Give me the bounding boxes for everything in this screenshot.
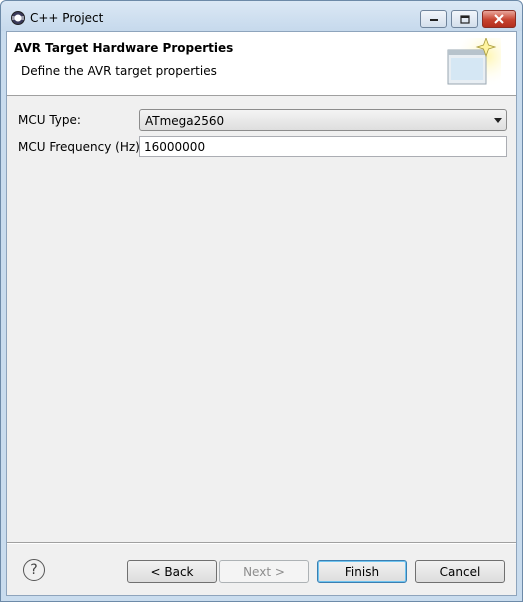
finish-button[interactable]: Finish <box>317 560 407 583</box>
maximize-icon <box>459 14 470 24</box>
eclipse-icon <box>11 11 25 25</box>
close-icon <box>494 14 504 24</box>
mcu-type-select[interactable]: ATmega2560 <box>139 109 507 131</box>
maximize-button[interactable] <box>451 10 478 28</box>
title-bar[interactable]: C++ Project <box>1 1 522 31</box>
minimize-button[interactable] <box>420 10 447 28</box>
window-title: C++ Project <box>30 11 104 25</box>
mcu-frequency-input[interactable]: 16000000 <box>139 136 507 157</box>
mcu-frequency-value: 16000000 <box>144 140 206 154</box>
minimize-icon <box>429 19 438 21</box>
mcu-type-label: MCU Type: <box>18 113 81 127</box>
page-title: AVR Target Hardware Properties <box>14 41 234 55</box>
dialog-client: AVR Target Hardware Properties Define th… <box>6 31 517 596</box>
page-description: Define the AVR target properties <box>21 64 217 78</box>
mcu-frequency-label: MCU Frequency (Hz): <box>18 140 144 154</box>
dialog-window: C++ Project AVR Target Hardware Properti… <box>0 0 523 602</box>
help-button[interactable]: ? <box>23 559 45 581</box>
close-button[interactable] <box>482 10 516 28</box>
cancel-button[interactable]: Cancel <box>415 560 505 583</box>
footer-separator <box>7 542 516 544</box>
back-button[interactable]: < Back <box>127 560 217 583</box>
wizard-banner-icon <box>445 38 501 90</box>
help-icon: ? <box>30 562 38 578</box>
wizard-header: AVR Target Hardware Properties Define th… <box>7 32 516 96</box>
properties-form: MCU Type: ATmega2560 MCU Frequency (Hz):… <box>7 97 516 542</box>
next-button[interactable]: Next > <box>219 560 309 583</box>
mcu-type-value: ATmega2560 <box>145 114 225 128</box>
chevron-down-icon <box>494 118 502 123</box>
